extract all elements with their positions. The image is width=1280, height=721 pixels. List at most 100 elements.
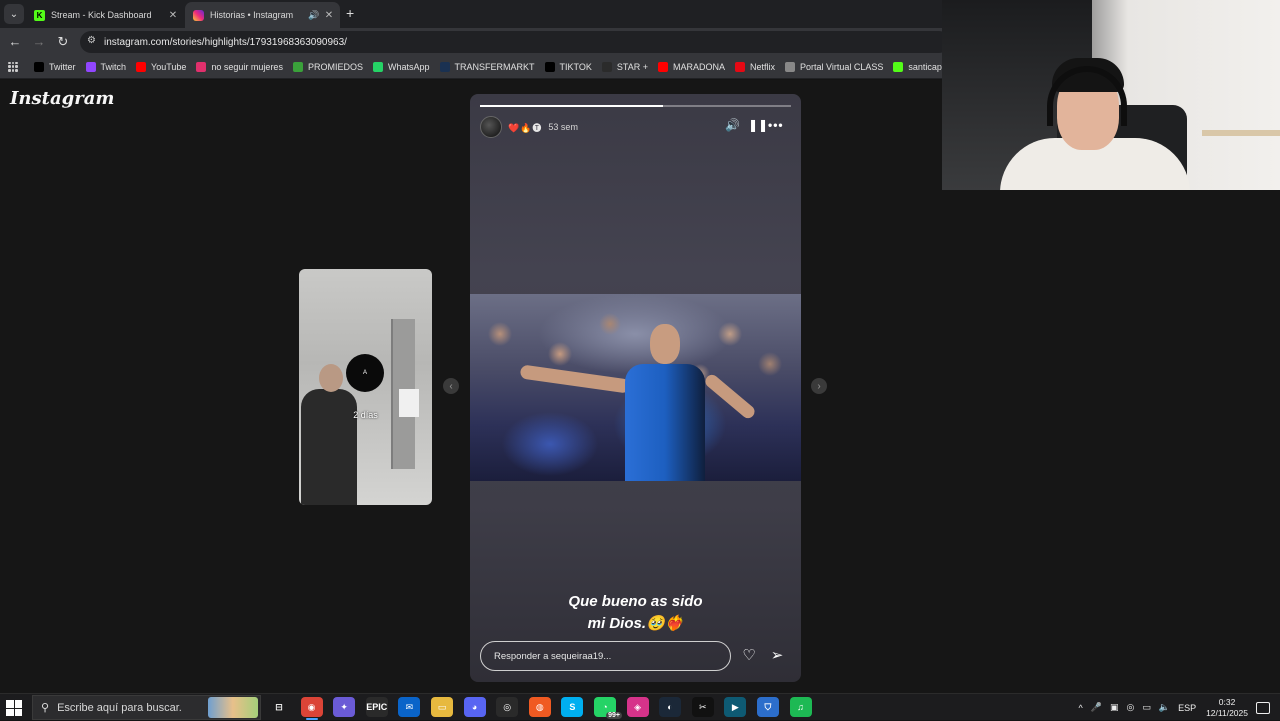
search-highlight-image: [208, 697, 258, 718]
story-video[interactable]: [470, 294, 801, 481]
tab-title: Stream - Kick Dashboard: [51, 10, 166, 20]
forward-button[interactable]: →: [30, 33, 48, 51]
file-explorer-icon[interactable]: ▭: [431, 697, 453, 717]
previous-story-card[interactable]: A 2 días: [299, 269, 432, 505]
bookmark-label: Netflix: [750, 62, 775, 72]
bookmark-item[interactable]: STAR +: [602, 62, 648, 72]
capcut-icon[interactable]: ✂: [692, 697, 714, 717]
bookmark-item[interactable]: Portal Virtual CLASS: [785, 62, 883, 72]
tab-title: Historias • Instagram: [210, 10, 308, 20]
address-bar[interactable]: ⚙ instagram.com/stories/highlights/17931…: [80, 31, 950, 53]
chrome-icon[interactable]: ◉: [301, 697, 323, 717]
person-head-graphic: [319, 364, 343, 392]
bookmark-item[interactable]: MARADONA: [658, 62, 725, 72]
app-pink-icon[interactable]: ◈: [627, 697, 649, 717]
clock-time: 0:32: [1206, 697, 1248, 708]
heart-icon[interactable]: ♡: [739, 646, 759, 666]
instagram-stories-page: Instagram A 2 días ‹ › ❤️🔥🅣 53 sem 🔊 ❚❚ …: [0, 80, 1280, 693]
bookmark-label: YouTube: [151, 62, 186, 72]
highlight-title[interactable]: ❤️🔥🅣: [508, 121, 542, 134]
epic-games-icon[interactable]: EPIC: [366, 697, 388, 717]
speaker-icon[interactable]: 🔊: [308, 10, 322, 21]
tab-search-button[interactable]: ⌄: [4, 4, 24, 24]
bookmark-label: Twitter: [49, 62, 76, 72]
notifications-icon[interactable]: [1256, 702, 1270, 714]
transfermarkt-icon: [440, 62, 450, 72]
reply-input[interactable]: [480, 641, 731, 671]
taskbar-search[interactable]: ⚲ Escribe aquí para buscar.: [32, 695, 261, 720]
network-icon[interactable]: ▭: [1142, 702, 1151, 713]
bookmark-item[interactable]: no seguir mujeres: [196, 62, 283, 72]
webcam-overlay: [942, 0, 1280, 190]
whatsapp-icon[interactable]: ◔99+: [594, 697, 616, 717]
back-button[interactable]: ←: [6, 33, 24, 51]
copilot-icon[interactable]: ✦: [333, 697, 355, 717]
tiktok-icon: [545, 62, 555, 72]
search-icon: ⚲: [41, 701, 49, 714]
microphone-icon[interactable]: 🎤: [1091, 702, 1102, 713]
terminal-icon[interactable]: ▶: [724, 697, 746, 717]
globe-icon: [785, 62, 795, 72]
bookmark-item[interactable]: TIKTOK: [545, 62, 592, 72]
language-indicator[interactable]: ESP: [1178, 703, 1196, 713]
close-icon[interactable]: ✕: [166, 10, 180, 21]
steam-icon[interactable]: ◐: [659, 697, 681, 717]
apps-grid-icon[interactable]: [8, 62, 18, 72]
new-tab-button[interactable]: +: [346, 5, 354, 21]
star-plus-icon: [602, 62, 612, 72]
bookmark-label: TIKTOK: [560, 62, 592, 72]
person-graphic: [301, 389, 357, 505]
tray-app-icon[interactable]: ◎: [1126, 702, 1134, 713]
reload-button[interactable]: ↻: [54, 33, 72, 51]
bookmark-item[interactable]: PROMIEDOS: [293, 62, 363, 72]
kick-icon: [893, 62, 903, 72]
tray-app-icon[interactable]: ▣: [1110, 702, 1119, 713]
chevron-up-icon[interactable]: ^: [1079, 703, 1083, 713]
caption-line: mi Dios.🥹❤️‍🔥: [470, 613, 801, 635]
bookmark-item[interactable]: Netflix: [735, 62, 775, 72]
skype-icon[interactable]: S: [561, 697, 583, 717]
close-icon[interactable]: ✕: [322, 10, 336, 21]
story-caption: Que bueno as sido mi Dios.🥹❤️‍🔥: [470, 591, 801, 635]
story-viewer[interactable]: ❤️🔥🅣 53 sem 🔊 ❚❚ ••• Que bueno as sido m…: [470, 94, 801, 682]
speaker-icon[interactable]: 🔈: [1159, 702, 1170, 713]
avatar[interactable]: [480, 116, 502, 138]
bookmark-item[interactable]: TRANSFERMARKT: [440, 62, 535, 72]
bookmark-item[interactable]: Twitter: [34, 62, 76, 72]
spotify-icon[interactable]: ♫: [790, 697, 812, 717]
bookmark-item[interactable]: Twitch: [86, 62, 127, 72]
youtube-icon: [658, 62, 668, 72]
shield-icon[interactable]: ⛉: [757, 697, 779, 717]
task-view-icon[interactable]: ⊟: [268, 697, 290, 717]
volume-icon[interactable]: 🔊: [725, 118, 740, 132]
story-progress-bar: [480, 105, 791, 107]
send-icon[interactable]: ➢: [767, 646, 787, 666]
clock-date: 12/11/2025: [1206, 708, 1248, 719]
story-header: ❤️🔥🅣 53 sem 🔊 ❚❚ •••: [480, 116, 791, 138]
taskbar: ⚲ Escribe aquí para buscar. ⊟ ◉ ✦ EPIC ✉ ▭ ◕ ◎ ◍…: [0, 693, 1280, 720]
search-placeholder: Escribe aquí para buscar.: [57, 702, 182, 714]
bookmark-label: no seguir mujeres: [211, 62, 283, 72]
windows-start-icon[interactable]: [6, 700, 22, 716]
previous-story-arrow-icon[interactable]: ‹: [443, 378, 459, 394]
next-story-arrow-icon[interactable]: ›: [811, 378, 827, 394]
avatar[interactable]: A: [346, 354, 384, 392]
bookmark-item[interactable]: WhatsApp: [373, 62, 430, 72]
bookmark-label: Twitch: [101, 62, 127, 72]
tab-instagram-stories[interactable]: Historias • Instagram 🔊 ✕: [185, 2, 340, 28]
discord-icon[interactable]: ◕: [464, 697, 486, 717]
more-options-icon[interactable]: •••: [768, 118, 784, 132]
mail-icon[interactable]: ✉: [398, 697, 420, 717]
obs-icon[interactable]: ◎: [496, 697, 518, 717]
system-tray: ^ 🎤 ▣ ◎ ▭ 🔈 ESP 0:32 12/11/2025: [1075, 694, 1280, 721]
clock[interactable]: 0:32 12/11/2025: [1206, 697, 1248, 719]
bookmark-label: Portal Virtual CLASS: [800, 62, 883, 72]
instagram-icon: [193, 10, 204, 21]
pause-icon[interactable]: ❚❚: [748, 118, 768, 132]
kick-icon: K: [34, 10, 45, 21]
instagram-logo[interactable]: Instagram: [10, 88, 114, 109]
site-info-icon[interactable]: ⚙: [87, 35, 96, 46]
bookmark-item[interactable]: YouTube: [136, 62, 186, 72]
origin-icon[interactable]: ◍: [529, 697, 551, 717]
tab-kick-dashboard[interactable]: K Stream - Kick Dashboard ✕: [26, 2, 184, 28]
